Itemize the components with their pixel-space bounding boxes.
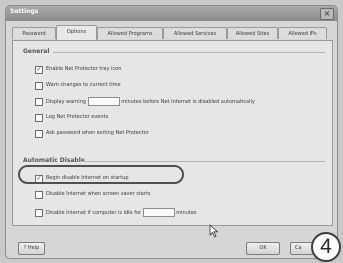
help-icon: ? (23, 245, 27, 251)
divider (53, 52, 325, 53)
option-log-events[interactable]: Log Net Protector events (35, 113, 295, 122)
tab-password[interactable]: Password (12, 27, 56, 39)
option-screen-saver[interactable]: Disable Internet when screen saver start… (35, 190, 235, 199)
general-heading: General (23, 48, 50, 55)
divider (81, 161, 325, 162)
automatic-disable-heading: Automatic Disable (23, 157, 85, 164)
highlight-ring (18, 165, 184, 184)
tab-allowed-sites[interactable]: Allowed Sites (227, 27, 278, 39)
checkbox-checked[interactable]: ✓ (35, 66, 43, 74)
option-idle-disable[interactable]: Disable Internet if computer is idle for… (35, 208, 295, 217)
checkbox[interactable] (35, 98, 43, 106)
options-panel: General ✓ Enable Net Protector tray icon… (12, 40, 333, 226)
help-button[interactable]: ? Help (18, 242, 45, 255)
title-bar: Settings × (6, 6, 337, 21)
step-number-badge: 4 (311, 232, 341, 262)
tab-allowed-services[interactable]: Allowed Services (163, 27, 227, 39)
window-title: Settings (10, 8, 39, 15)
mouse-pointer-icon (209, 224, 219, 238)
idle-minutes-input[interactable] (142, 208, 175, 217)
checkbox[interactable] (35, 130, 43, 138)
ok-button[interactable]: OK (246, 242, 280, 255)
option-warn-time[interactable]: Warn changes to current time (35, 81, 295, 90)
tab-options[interactable]: Options (56, 25, 97, 40)
option-ask-password[interactable]: Ask password when exiting Net Protector (35, 129, 295, 138)
close-icon[interactable]: × (320, 8, 334, 20)
tab-strip: Password Options Allowed Programs Allowe… (12, 25, 333, 40)
settings-window: Settings × Password Options Allowed Prog… (5, 5, 338, 259)
tab-allowed-programs[interactable]: Allowed Programs (97, 27, 163, 39)
option-display-warning[interactable]: Display warning minutes before Net Inter… (35, 97, 325, 106)
checkbox[interactable] (35, 191, 43, 199)
checkbox[interactable] (35, 209, 43, 217)
tab-allowed-ips[interactable]: Allowed IPs (278, 27, 327, 39)
checkbox[interactable] (35, 82, 43, 90)
option-tray-icon[interactable]: ✓ Enable Net Protector tray icon (35, 65, 295, 74)
checkbox[interactable] (35, 114, 43, 122)
warning-minutes-input[interactable] (87, 97, 120, 106)
